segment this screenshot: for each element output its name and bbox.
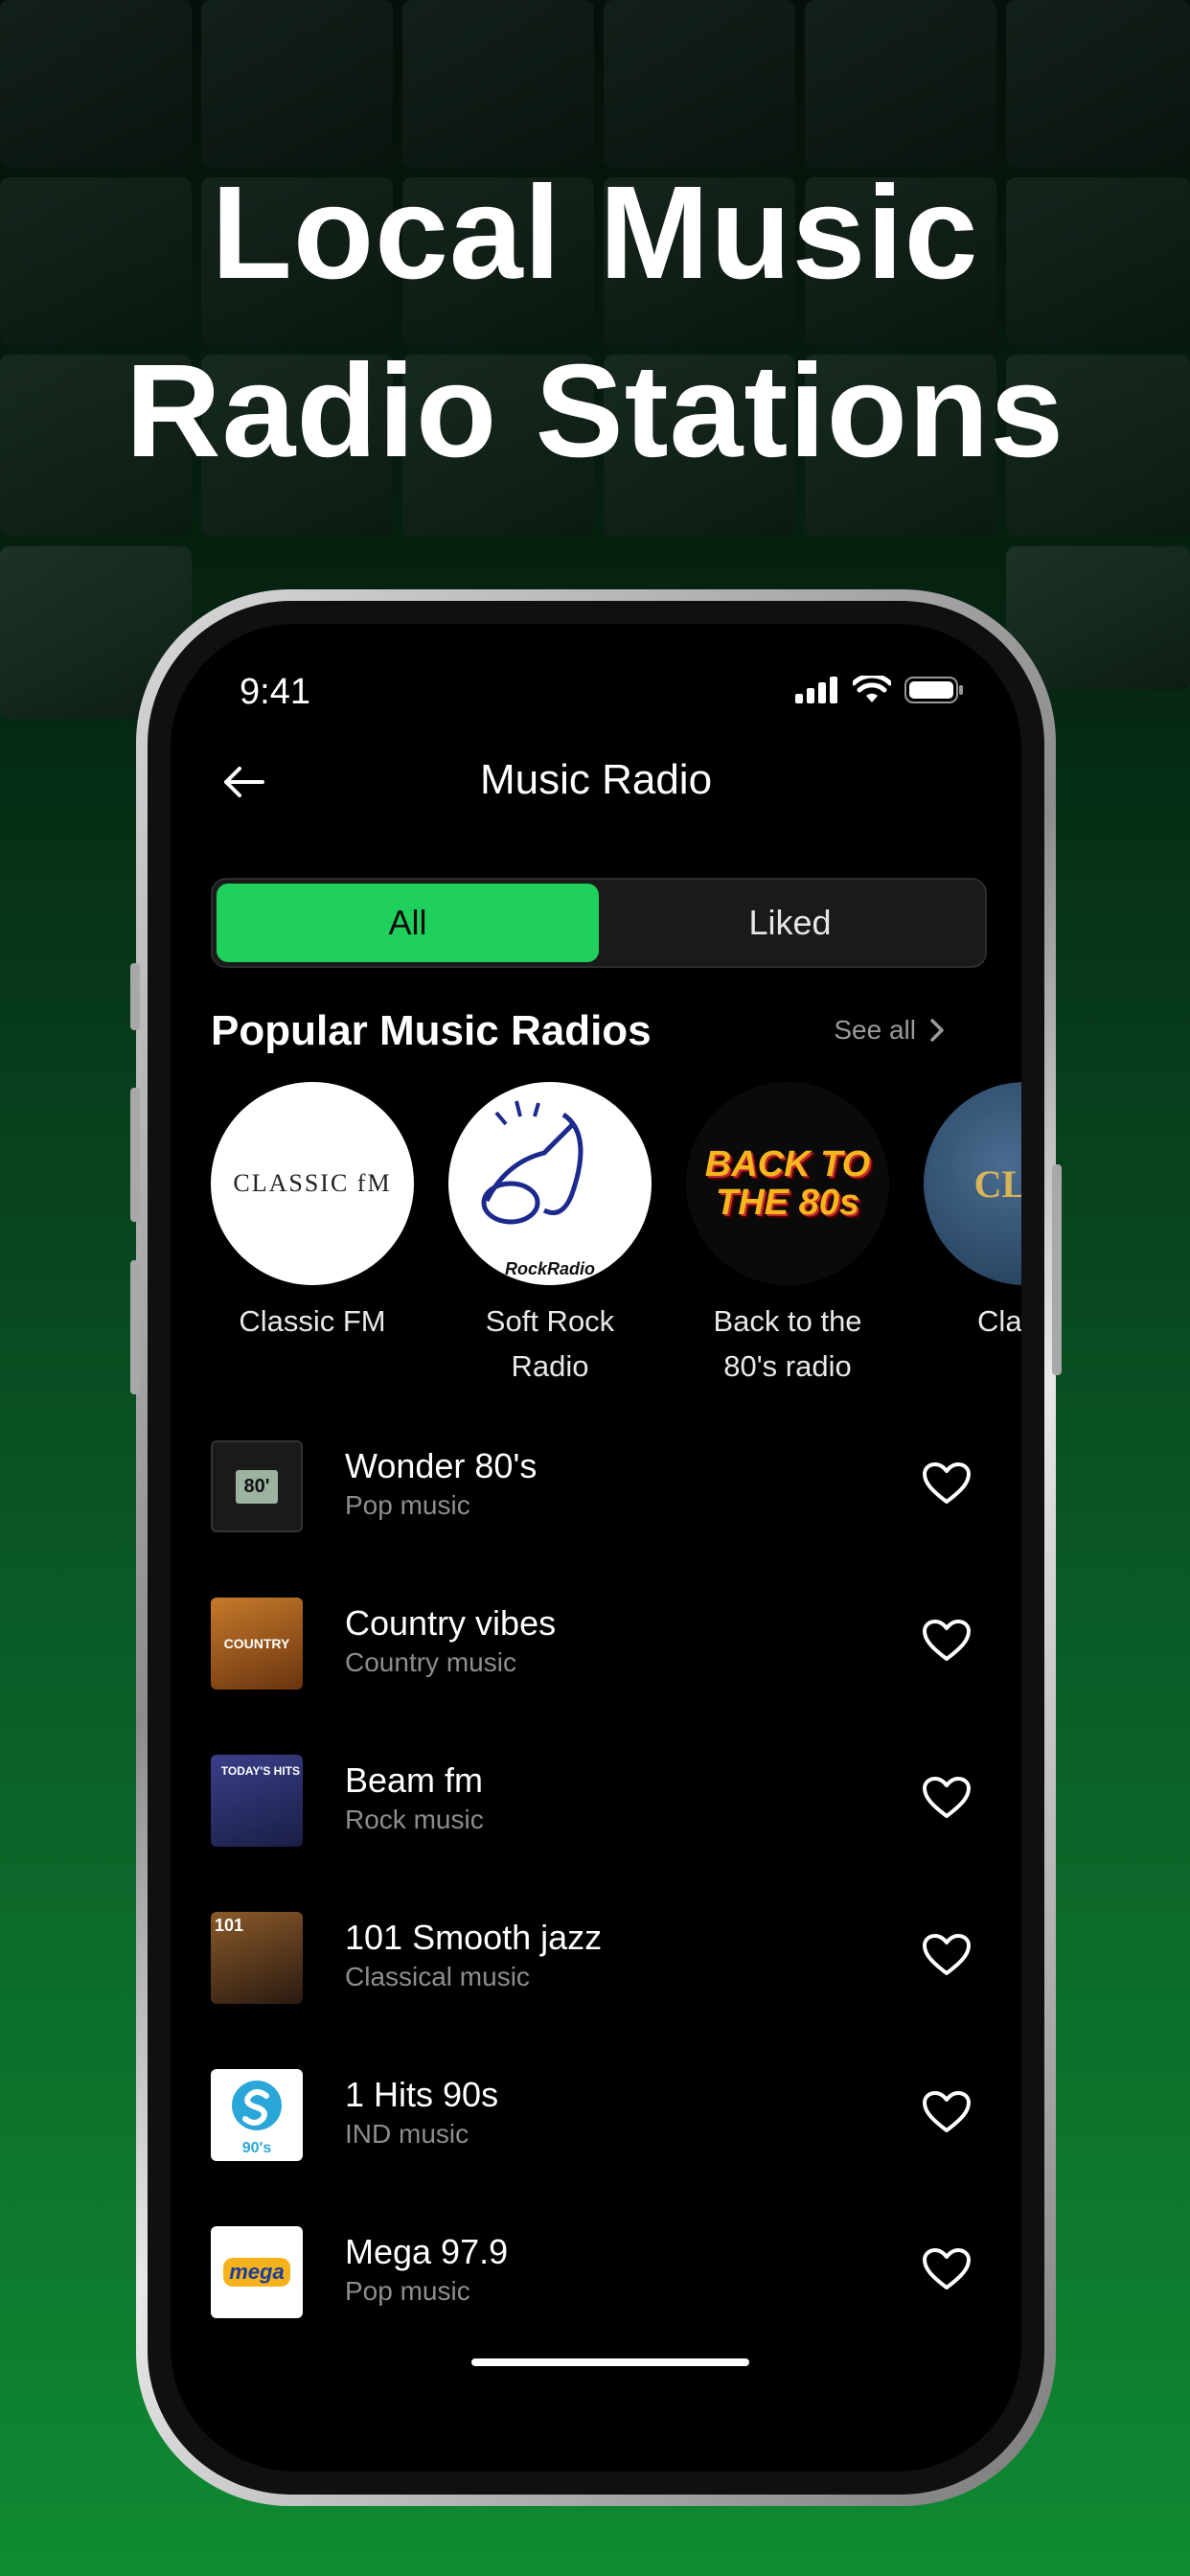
list-item[interactable]: 101 101 Smooth jazz Classical music [211,1898,996,2056]
s-logo-icon [232,2081,282,2130]
station-title: Wonder 80's [345,1446,538,1485]
station-thumbnail: 101 [211,1912,303,2004]
list-item[interactable]: 80' Wonder 80's Pop music [211,1427,996,1584]
popular-item-label: Soft Rock Radio [485,1304,615,1383]
signal-icon [795,677,837,703]
station-genre: Pop music [345,2276,470,2306]
station-thumbnail: 80' [211,1440,303,1532]
list-item[interactable]: 90's 1 Hits 90s IND music [211,2056,996,2213]
popular-item-label: Back to the 80's radio [713,1304,862,1383]
popular-radios-carousel[interactable]: CLASSIC fM Classic FM RockRadio Soft Roc… [211,1082,1021,1389]
heart-icon[interactable] [922,1933,972,1977]
popular-item-classic[interactable]: CLAS Classic [924,1082,1021,1344]
heart-icon[interactable] [922,1619,972,1663]
station-title: Mega 97.9 [345,2232,509,2271]
logo-text: CLAS [973,1162,1021,1206]
heart-icon[interactable] [922,2247,972,2291]
station-logo: RockRadio [448,1082,652,1285]
thumbnail-text: COUNTRY [223,1636,290,1651]
station-thumbnail: COUNTRY [211,1598,303,1690]
app-screen: 9:41 Music Radio All Liked Popular Music… [171,624,1021,2472]
popular-item-label: Classic [977,1304,1021,1338]
page-title: Music Radio [479,756,713,803]
headline: Local Music Radio Stations [0,144,1190,500]
see-all-link[interactable]: See all [834,1015,945,1046]
status-icons [795,676,964,704]
headline-line-2: Radio Stations [125,337,1065,485]
station-logo: BACK TO THE 80s [686,1082,889,1285]
station-title: 101 Smooth jazz [345,1918,603,1957]
section-title: Popular Music Radios [211,1007,652,1054]
chevron-right-icon [930,1019,944,1042]
heart-icon[interactable] [922,2090,972,2134]
station-logo: CLASSIC fM [211,1082,414,1285]
headline-line-1: Local Music [211,159,979,307]
see-all-label: See all [834,1015,916,1045]
tab-all[interactable]: All [217,884,599,962]
station-thumbnail: TODAY'S HITS [211,1755,303,1847]
phone-volume-down-button [130,1260,140,1394]
thumbnail-text: 101 [215,1916,244,1935]
phone-power-button [1052,1164,1062,1375]
station-list: 80' Wonder 80's Pop music COUNTRY Countr… [211,1427,996,2370]
thumbnail-text: mega [223,2258,290,2287]
logo-text: RockRadio [504,1259,596,1278]
station-title: Beam fm [345,1760,484,1800]
popular-item-soft-rock-radio[interactable]: RockRadio Soft Rock Radio [448,1082,652,1389]
list-item[interactable]: mega Mega 97.9 Pop music [211,2213,996,2370]
tab-liked[interactable]: Liked [599,884,981,962]
station-genre: Pop music [345,1490,470,1520]
popular-item-classic-fm[interactable]: CLASSIC fM Classic FM [211,1082,414,1344]
home-indicator[interactable] [471,2358,749,2366]
status-time: 9:41 [240,672,310,712]
filter-tabs: All Liked [211,878,987,968]
phone-volume-up-button [130,1088,140,1222]
heart-icon[interactable] [922,1776,972,1820]
thumbnail-text: TODAY'S HITS [220,1764,300,1778]
station-genre: Country music [345,1647,516,1677]
saxophone-guitar-icon [481,1100,584,1225]
station-genre: Classical music [345,1962,530,1991]
station-genre: IND music [345,2119,469,2149]
logo-text: CLASSIC fM [233,1169,392,1197]
phone-side-button [130,963,140,1030]
wifi-icon [853,676,891,702]
list-item[interactable]: TODAY'S HITS Beam fm Rock music [211,1741,996,1898]
phone-frame: 9:41 Music Radio All Liked Popular Music… [130,589,1062,2506]
list-item[interactable]: COUNTRY Country vibes Country music [211,1584,996,1741]
popular-item-back-to-80s[interactable]: BACK TO THE 80s Back to the 80's radio [686,1082,889,1389]
station-title: 1 Hits 90s [345,2075,499,2114]
popular-item-label: Classic FM [239,1304,386,1338]
thumbnail-text: 90's [241,2140,272,2156]
heart-icon[interactable] [922,1461,972,1506]
battery-icon [904,677,963,703]
logo-text: BACK TO THE 80s [704,1144,871,1223]
station-genre: Rock music [345,1805,484,1834]
station-thumbnail: 90's [211,2069,303,2161]
station-title: Country vibes [345,1603,557,1643]
thumbnail-text: 80' [236,1469,278,1504]
station-logo: CLAS [924,1082,1021,1285]
station-thumbnail: mega [211,2226,303,2318]
